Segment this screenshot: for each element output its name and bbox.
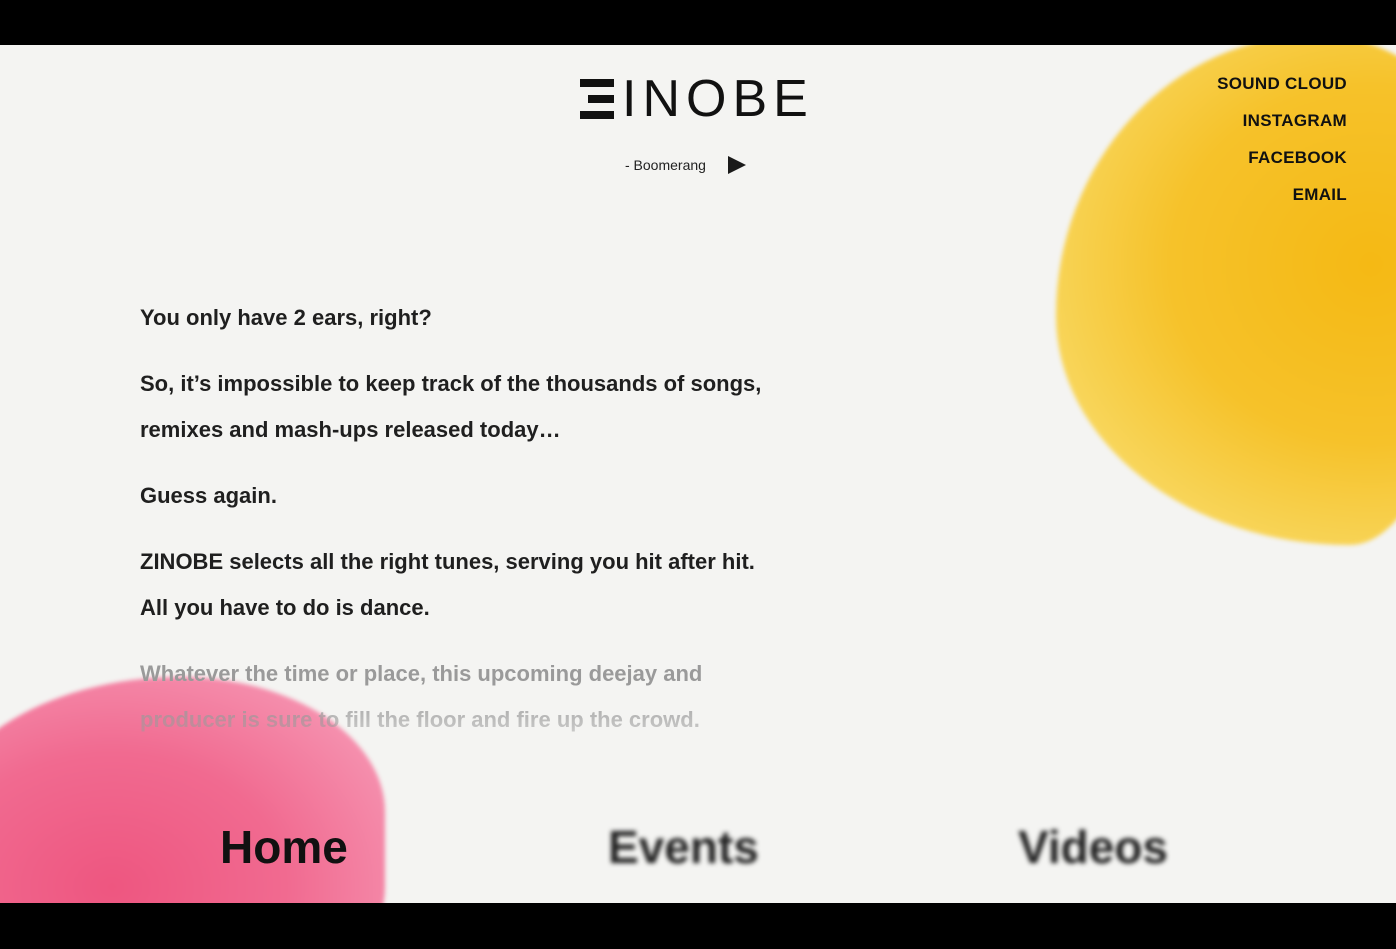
letterbox-bottom (0, 903, 1396, 949)
social-link-instagram[interactable]: INSTAGRAM (1217, 111, 1347, 131)
about-line: remixes and mash-ups released today… (140, 417, 561, 442)
about-line: Guess again. (140, 483, 277, 508)
about-text: You only have 2 ears, right? So, it’s im… (140, 295, 860, 763)
about-line: You only have 2 ears, right? (140, 305, 432, 330)
social-link-email[interactable]: EMAIL (1217, 185, 1347, 205)
nav-events[interactable]: Events (608, 820, 759, 874)
social-links: SOUND CLOUD INSTAGRAM FACEBOOK EMAIL (1217, 74, 1347, 222)
about-paragraph-faded: Whatever the time or place, this upcomin… (140, 651, 860, 743)
about-paragraph: Guess again. (140, 473, 860, 519)
page-canvas: INOBE - Boomerang SOUND CLOUD INSTAGRAM … (0, 45, 1396, 903)
about-paragraph: So, it’s impossible to keep track of the… (140, 361, 860, 453)
social-link-soundcloud[interactable]: SOUND CLOUD (1217, 74, 1347, 94)
nav-videos[interactable]: Videos (1018, 820, 1168, 874)
track-title: - Boomerang (625, 157, 706, 173)
letterbox-top (0, 0, 1396, 45)
play-icon[interactable] (727, 156, 746, 174)
nav-home[interactable]: Home (220, 820, 348, 874)
about-paragraph: ZINOBE selects all the right tunes, serv… (140, 539, 860, 631)
about-paragraph: You only have 2 ears, right? (140, 295, 860, 341)
logo-z-mark-icon (580, 77, 614, 121)
about-line: All you have to do is dance. (140, 595, 430, 620)
main-nav: Home Events Videos (0, 820, 1396, 890)
about-line: Whatever the time or place, this upcomin… (140, 661, 703, 686)
about-line: ZINOBE selects all the right tunes, serv… (140, 549, 755, 574)
social-link-facebook[interactable]: FACEBOOK (1217, 148, 1347, 168)
now-playing: - Boomerang (625, 153, 746, 177)
about-line: So, it’s impossible to keep track of the… (140, 371, 762, 396)
about-line: producer is sure to fill the floor and f… (140, 707, 700, 732)
site-logo[interactable]: INOBE (580, 70, 818, 128)
logo-wordmark: INOBE (622, 70, 814, 128)
